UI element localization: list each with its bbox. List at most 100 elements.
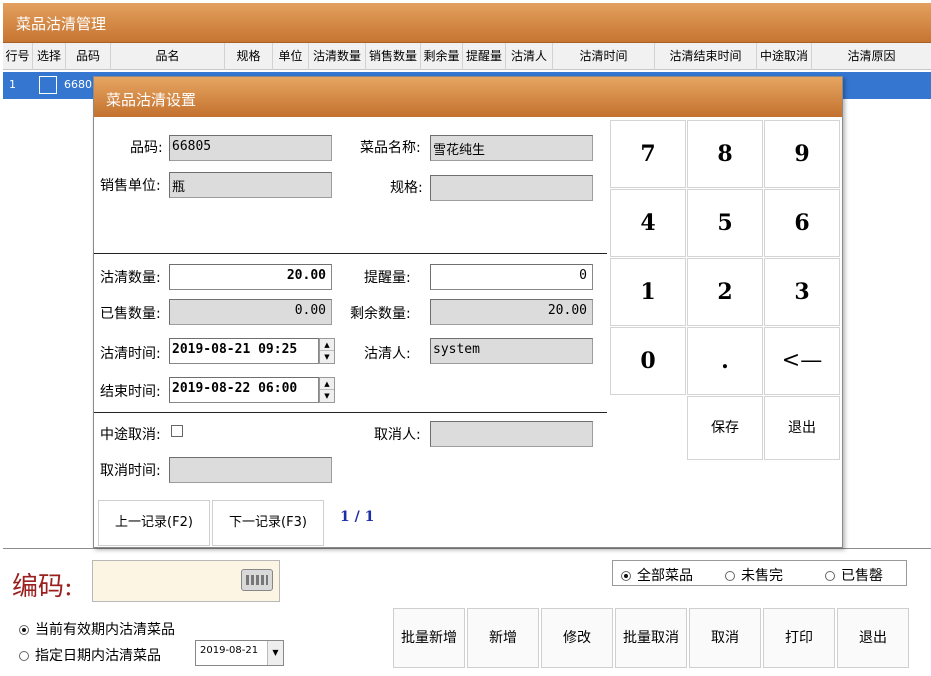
next-record-button[interactable]: 下一记录(F3)	[212, 500, 324, 546]
batch-cancel-button[interactable]: 批量取消	[615, 608, 687, 668]
period-date-radio[interactable]: 指定日期内沽清菜品	[19, 645, 161, 665]
col-qty[interactable]: 沽清数量	[309, 43, 366, 70]
row-checkbox[interactable]	[39, 76, 57, 94]
remind-input[interactable]: 0	[430, 264, 593, 290]
key-6[interactable]: 6	[764, 189, 840, 257]
cancel-midway-checkbox[interactable]	[171, 425, 183, 437]
col-end-time[interactable]: 沽清结束时间	[655, 43, 757, 70]
qty-label: 沽清数量:	[100, 270, 161, 286]
person-label: 沽清人:	[364, 346, 411, 362]
filter-soldout-radio[interactable]: 已售罄	[825, 565, 883, 585]
exit-button[interactable]: 退出	[837, 608, 909, 668]
filter-soldout-label: 已售罄	[841, 568, 883, 584]
filter-all-radio[interactable]: 全部菜品	[621, 565, 693, 585]
add-button[interactable]: 新增	[467, 608, 539, 668]
clear-time-input[interactable]: 2019-08-21 09:25	[169, 338, 319, 364]
cancel-button[interactable]: 取消	[689, 608, 761, 668]
sold-field: 0.00	[169, 299, 332, 325]
remain-label: 剩余数量:	[350, 306, 411, 322]
end-time-label: 结束时间:	[100, 384, 161, 400]
save-button[interactable]: 保存	[687, 396, 763, 460]
code-label: 编码:	[12, 572, 73, 602]
col-sold[interactable]: 销售数量	[366, 43, 421, 70]
key-7[interactable]: 7	[610, 120, 686, 188]
col-person[interactable]: 沽清人	[506, 43, 553, 70]
key-4[interactable]: 4	[610, 189, 686, 257]
qty-input[interactable]: 20.00	[169, 264, 332, 290]
person-field: system	[430, 338, 593, 364]
cancel-time-field	[169, 457, 332, 483]
edit-button[interactable]: 修改	[541, 608, 613, 668]
col-remain[interactable]: 剩余量	[421, 43, 463, 70]
key-1[interactable]: 1	[610, 258, 686, 326]
unit-label: 销售单位:	[100, 178, 161, 194]
clearance-dialog: 菜品沽清设置 品码: 66805 菜品名称: 雪花纯生 销售单位: 瓶 规格: …	[93, 76, 843, 548]
section-divider	[94, 412, 607, 413]
col-code[interactable]: 品码	[66, 43, 111, 70]
key-5[interactable]: 5	[687, 189, 763, 257]
key-0[interactable]: 0	[610, 327, 686, 395]
date-select-value: 2019-08-21	[200, 645, 259, 656]
print-button[interactable]: 打印	[763, 608, 835, 668]
end-time-spinner[interactable]: ▲ ▼	[319, 377, 335, 403]
end-time-input[interactable]: 2019-08-22 06:00	[169, 377, 319, 403]
radio-dot-icon	[19, 651, 29, 661]
radio-dot-icon	[621, 571, 631, 581]
code-input[interactable]	[92, 560, 280, 602]
remind-label: 提醒量:	[364, 270, 411, 286]
arrow-up-icon[interactable]: ▲	[320, 339, 334, 351]
spec-label: 规格:	[390, 180, 423, 196]
row-number: 1	[9, 78, 16, 91]
dialog-title: 菜品沽清设置	[94, 77, 842, 117]
radio-dot-icon	[825, 571, 835, 581]
dialog-exit-button[interactable]: 退出	[764, 396, 840, 460]
arrow-down-icon[interactable]: ▼	[320, 390, 334, 402]
col-select[interactable]: 选择	[33, 43, 66, 70]
grid-header: 行号 选择 品码 品名 规格 单位 沽清数量 销售数量 剩余量 提醒量 沽清人 …	[3, 43, 931, 70]
remain-field: 20.00	[430, 299, 593, 325]
arrow-down-icon[interactable]: ▼	[320, 351, 334, 363]
clear-time-spinner[interactable]: ▲ ▼	[319, 338, 335, 364]
backspace-key[interactable]: <—	[764, 327, 840, 395]
dish-name-field: 雪花纯生	[430, 135, 593, 161]
key-2[interactable]: 2	[687, 258, 763, 326]
radio-dot-icon	[725, 571, 735, 581]
batch-add-button[interactable]: 批量新增	[393, 608, 465, 668]
canceler-field	[430, 421, 593, 447]
filter-unsold-radio[interactable]: 未售完	[725, 565, 783, 585]
filter-radio-group: 全部菜品 未售完 已售罄	[612, 560, 907, 586]
col-time[interactable]: 沽清时间	[553, 43, 655, 70]
arrow-up-icon[interactable]: ▲	[320, 378, 334, 390]
period-date-label: 指定日期内沽清菜品	[35, 648, 161, 664]
sold-label: 已售数量:	[100, 306, 161, 322]
key-3[interactable]: 3	[764, 258, 840, 326]
clear-time-label: 沽清时间:	[100, 346, 161, 362]
filter-all-label: 全部菜品	[637, 568, 693, 584]
prev-record-button[interactable]: 上一记录(F2)	[98, 500, 210, 546]
period-current-label: 当前有效期内沽清菜品	[35, 622, 175, 638]
col-unit[interactable]: 单位	[273, 43, 309, 70]
cancel-midway-label: 中途取消:	[100, 427, 161, 443]
unit-field: 瓶	[169, 172, 332, 198]
col-remind[interactable]: 提醒量	[463, 43, 506, 70]
key-dot[interactable]: .	[687, 327, 763, 395]
col-cancel[interactable]: 中途取消	[757, 43, 812, 70]
key-9[interactable]: 9	[764, 120, 840, 188]
dish-name-label: 菜品名称:	[360, 140, 421, 156]
window-title: 菜品沽清管理	[3, 3, 931, 43]
radio-dot-icon	[19, 625, 29, 635]
canceler-label: 取消人:	[374, 427, 421, 443]
date-select[interactable]: 2019-08-21 ▼	[195, 640, 284, 666]
spec-field	[430, 175, 593, 201]
code-field-label: 品码:	[130, 140, 163, 156]
keyboard-icon[interactable]	[241, 569, 273, 591]
code-field: 66805	[169, 135, 332, 161]
col-row-num[interactable]: 行号	[3, 43, 33, 70]
chevron-down-icon[interactable]: ▼	[267, 641, 283, 665]
col-spec[interactable]: 规格	[225, 43, 273, 70]
col-reason[interactable]: 沽清原因	[812, 43, 931, 70]
col-name[interactable]: 品名	[111, 43, 225, 70]
pager-text: 1 / 1	[340, 509, 375, 525]
period-current-radio[interactable]: 当前有效期内沽清菜品	[19, 619, 175, 639]
key-8[interactable]: 8	[687, 120, 763, 188]
